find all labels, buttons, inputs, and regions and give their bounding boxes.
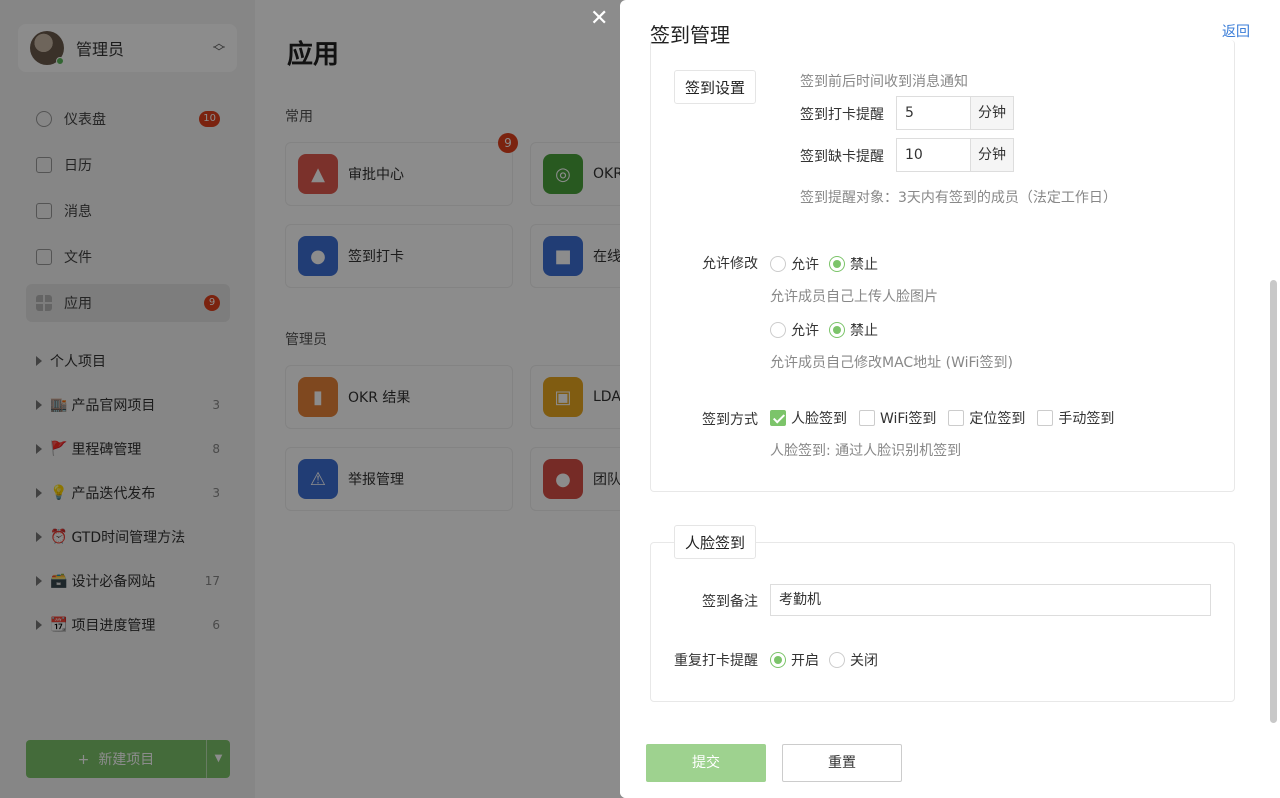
radio-label: 禁止 (850, 323, 878, 339)
submit-button[interactable]: 提交 (646, 744, 766, 782)
face-checkin-section (650, 542, 1235, 702)
radio-label: 允许 (791, 323, 819, 339)
notify-description: 签到前后时间收到消息通知 (800, 74, 968, 90)
remark-label: 签到备注 (702, 594, 758, 610)
repeat-remind-label: 重复打卡提醒 (674, 653, 758, 669)
missing-remind-label: 签到缺卡提醒 (800, 149, 884, 165)
drawer-footer: 提交 重置 (620, 726, 1280, 798)
checkbox-label: 定位签到 (969, 411, 1026, 427)
radio-circle-selected (829, 256, 845, 272)
face-photo-description: 允许成员自己上传人脸图片 (770, 289, 938, 305)
checkin-method-description: 人脸签到: 通过人脸识别机签到 (770, 443, 962, 459)
radio-label: 关闭 (850, 653, 878, 669)
checkin-method-label: 签到方式 (702, 412, 758, 428)
checkbox (948, 410, 965, 426)
checkin-remind-label: 签到打卡提醒 (800, 107, 884, 123)
mac-allow-radio[interactable]: 允许 (770, 320, 819, 340)
remind-target-text: 签到提醒对象：3天内有签到的成员（法定工作日） (800, 190, 1117, 206)
face-photo-forbid-radio[interactable]: 禁止 (829, 254, 878, 274)
checkbox-label: 手动签到 (1058, 411, 1115, 427)
checkbox-checked (770, 410, 786, 426)
scrollbar-thumb[interactable] (1270, 280, 1277, 723)
repeat-remind-off-radio[interactable]: 关闭 (829, 650, 878, 670)
location-checkin-checkbox[interactable]: 定位签到 (948, 408, 1025, 428)
checkbox-label: WiFi签到 (880, 411, 937, 427)
checkin-management-drawer: 签到管理 返回 签到设置 签到前后时间收到消息通知 签到打卡提醒 5 分钟 签到… (620, 0, 1280, 798)
checkbox-label: 人脸签到 (791, 411, 847, 427)
face-checkin-checkbox[interactable]: 人脸签到 (770, 408, 847, 428)
radio-label: 开启 (791, 653, 819, 669)
radio-label: 禁止 (850, 257, 878, 273)
radio-circle (770, 256, 786, 272)
checkin-settings-legend: 签到设置 (674, 70, 757, 104)
mac-address-description: 允许成员自己修改MAC地址 (WiFi签到) (770, 355, 1013, 371)
checkbox (1037, 410, 1054, 426)
checkbox (859, 410, 875, 426)
missing-remind-unit: 分钟 (970, 138, 1014, 172)
face-photo-radio-group: 允许 禁止 (770, 254, 888, 274)
repeat-remind-on-radio[interactable]: 开启 (770, 650, 819, 670)
missing-remind-field: 10 分钟 (896, 138, 1014, 172)
allow-modify-label: 允许修改 (702, 256, 758, 272)
remark-input[interactable]: 考勤机 (770, 584, 1211, 616)
repeat-remind-radio-group: 开启 关闭 (770, 650, 888, 670)
radio-circle (829, 652, 845, 668)
checkin-method-group: 人脸签到 WiFi签到 定位签到 手动签到 (770, 408, 1126, 428)
radio-circle (770, 322, 786, 338)
manual-checkin-checkbox[interactable]: 手动签到 (1037, 408, 1114, 428)
missing-remind-input[interactable]: 10 (896, 138, 970, 172)
face-checkin-legend: 人脸签到 (674, 525, 757, 559)
back-link[interactable]: 返回 (1222, 21, 1250, 41)
face-photo-allow-radio[interactable]: 允许 (770, 254, 819, 274)
close-icon[interactable]: ✕ (590, 6, 608, 31)
mac-forbid-radio[interactable]: 禁止 (829, 320, 878, 340)
radio-label: 允许 (791, 257, 819, 273)
wifi-checkin-checkbox[interactable]: WiFi签到 (859, 408, 936, 428)
radio-circle-selected (770, 652, 786, 668)
mac-address-radio-group: 允许 禁止 (770, 320, 888, 340)
reset-button[interactable]: 重置 (782, 744, 902, 782)
checkin-remind-field: 5 分钟 (896, 96, 1014, 130)
checkin-remind-unit: 分钟 (970, 96, 1014, 130)
checkin-remind-input[interactable]: 5 (896, 96, 970, 130)
radio-circle-selected (829, 322, 845, 338)
